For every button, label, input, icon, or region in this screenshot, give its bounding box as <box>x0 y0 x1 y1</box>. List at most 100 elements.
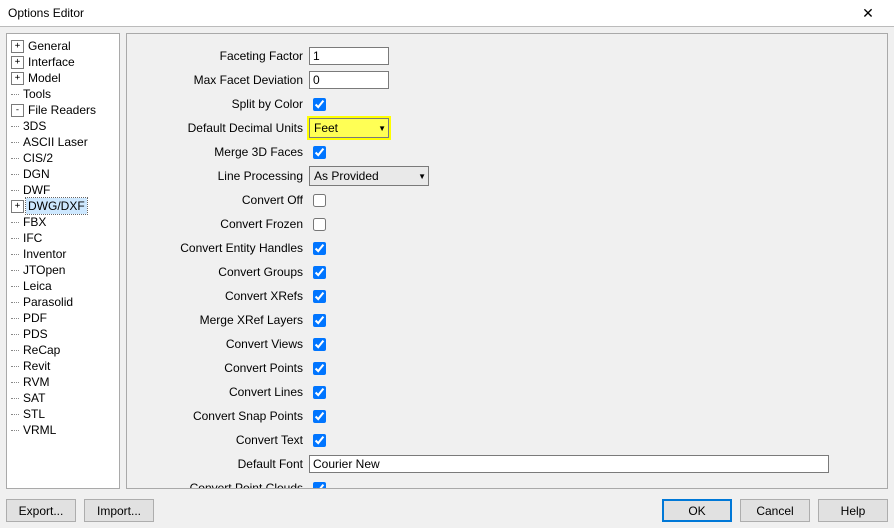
tree-item-ifc[interactable]: IFC <box>11 230 119 246</box>
chevron-down-icon: ▼ <box>414 172 426 181</box>
tree-item-pds[interactable]: PDS <box>11 326 119 342</box>
tree-label[interactable]: Inventor <box>21 246 68 262</box>
ok-button[interactable]: OK <box>662 499 732 522</box>
window-title: Options Editor <box>8 6 84 20</box>
collapse-icon[interactable]: - <box>11 104 24 117</box>
label-convert-frozen: Convert Frozen <box>131 217 309 231</box>
tree-item-vrml[interactable]: VRML <box>11 422 119 438</box>
tree-item-revit[interactable]: Revit <box>11 358 119 374</box>
label-merge-xref-layers: Merge XRef Layers <box>131 313 309 327</box>
settings-scroll[interactable]: Faceting Factor Max Facet Deviation Spli… <box>127 34 887 488</box>
import-button[interactable]: Import... <box>84 499 154 522</box>
tree-label[interactable]: PDS <box>21 326 50 342</box>
checkbox-convert-views[interactable] <box>313 338 326 351</box>
expand-icon[interactable]: + <box>11 56 24 69</box>
tree-label[interactable]: CIS/2 <box>21 150 55 166</box>
label-convert-xrefs: Convert XRefs <box>131 289 309 303</box>
tree-item-dwf[interactable]: DWF <box>11 182 119 198</box>
tree-item-tools[interactable]: Tools <box>11 86 119 102</box>
tree-label[interactable]: Revit <box>21 358 52 374</box>
tree-label[interactable]: Tools <box>21 86 53 102</box>
tree-label[interactable]: File Readers <box>26 102 98 118</box>
tree-label[interactable]: VRML <box>21 422 58 438</box>
tree-item-ascii-laser[interactable]: ASCII Laser <box>11 134 119 150</box>
tree-item-stl[interactable]: STL <box>11 406 119 422</box>
tree-item-3ds[interactable]: 3DS <box>11 118 119 134</box>
tree-item-recap[interactable]: ReCap <box>11 342 119 358</box>
checkbox-convert-snap-points[interactable] <box>313 410 326 423</box>
tree-item-dwg-dxf[interactable]: +DWG/DXF <box>11 198 119 214</box>
close-button[interactable]: ✕ <box>848 3 888 23</box>
combo-line-processing[interactable]: As Provided ▼ <box>309 166 429 186</box>
tree-label[interactable]: 3DS <box>21 118 48 134</box>
expand-icon[interactable]: + <box>11 40 24 53</box>
tree-label[interactable]: Parasolid <box>21 294 75 310</box>
label-convert-entity-handles: Convert Entity Handles <box>131 241 309 255</box>
tree-label[interactable]: STL <box>21 406 47 422</box>
checkbox-convert-text[interactable] <box>313 434 326 447</box>
label-convert-snap-points: Convert Snap Points <box>131 409 309 423</box>
label-merge-3d-faces: Merge 3D Faces <box>131 145 309 159</box>
tree-item-interface[interactable]: +Interface <box>11 54 119 70</box>
tree-item-fbx[interactable]: FBX <box>11 214 119 230</box>
checkbox-convert-points[interactable] <box>313 362 326 375</box>
tree-label[interactable]: Interface <box>26 54 77 70</box>
tree-item-pdf[interactable]: PDF <box>11 310 119 326</box>
expand-icon[interactable]: + <box>11 72 24 85</box>
cancel-button[interactable]: Cancel <box>740 499 810 522</box>
tree-label[interactable]: Model <box>26 70 63 86</box>
tree-label[interactable]: JTOpen <box>21 262 67 278</box>
tree-label[interactable]: ASCII Laser <box>21 134 90 150</box>
tree-label[interactable]: SAT <box>21 390 47 406</box>
tree-label[interactable]: ReCap <box>21 342 62 358</box>
checkbox-convert-frozen[interactable] <box>313 218 326 231</box>
tree-label[interactable]: DWF <box>21 182 52 198</box>
tree-item-cis-2[interactable]: CIS/2 <box>11 150 119 166</box>
label-line-processing: Line Processing <box>131 169 309 183</box>
tree-item-sat[interactable]: SAT <box>11 390 119 406</box>
tree-item-parasolid[interactable]: Parasolid <box>11 294 119 310</box>
checkbox-convert-xrefs[interactable] <box>313 290 326 303</box>
tree-item-general[interactable]: +General <box>11 38 119 54</box>
label-convert-views: Convert Views <box>131 337 309 351</box>
checkbox-convert-off[interactable] <box>313 194 326 207</box>
input-default-font[interactable] <box>309 455 829 473</box>
checkbox-merge-xref-layers[interactable] <box>313 314 326 327</box>
tree-item-file-readers[interactable]: -File Readers <box>11 102 119 118</box>
label-convert-text: Convert Text <box>131 433 309 447</box>
tree-label[interactable]: FBX <box>21 214 48 230</box>
checkbox-convert-entity-handles[interactable] <box>313 242 326 255</box>
label-max-facet-deviation: Max Facet Deviation <box>131 73 309 87</box>
tree-item-dgn[interactable]: DGN <box>11 166 119 182</box>
tree-item-leica[interactable]: Leica <box>11 278 119 294</box>
tree-item-jtopen[interactable]: JTOpen <box>11 262 119 278</box>
titlebar: Options Editor ✕ <box>0 0 894 27</box>
tree-label[interactable]: Leica <box>21 278 54 294</box>
export-button[interactable]: Export... <box>6 499 76 522</box>
label-convert-point-clouds: Convert Point Clouds <box>131 481 309 488</box>
tree-label[interactable]: PDF <box>21 310 49 326</box>
checkbox-split-by-color[interactable] <box>313 98 326 111</box>
tree-label[interactable]: DWG/DXF <box>26 198 87 214</box>
label-convert-points: Convert Points <box>131 361 309 375</box>
checkbox-convert-point-clouds[interactable] <box>313 482 326 489</box>
help-button[interactable]: Help <box>818 499 888 522</box>
checkbox-convert-lines[interactable] <box>313 386 326 399</box>
tree-label[interactable]: RVM <box>21 374 51 390</box>
tree-item-model[interactable]: +Model <box>11 70 119 86</box>
tree-label[interactable]: DGN <box>21 166 52 182</box>
combo-default-decimal-units[interactable]: Feet ▼ <box>309 118 389 138</box>
expand-icon[interactable]: + <box>11 200 24 213</box>
checkbox-merge-3d-faces[interactable] <box>313 146 326 159</box>
label-convert-off: Convert Off <box>131 193 309 207</box>
input-max-facet-deviation[interactable] <box>309 71 389 89</box>
checkbox-convert-groups[interactable] <box>313 266 326 279</box>
input-faceting-factor[interactable] <box>309 47 389 65</box>
options-editor-window: Options Editor ✕ +General+Interface+Mode… <box>0 0 894 528</box>
tree-label[interactable]: General <box>26 38 73 54</box>
tree-item-inventor[interactable]: Inventor <box>11 246 119 262</box>
label-convert-groups: Convert Groups <box>131 265 309 279</box>
options-tree[interactable]: +General+Interface+ModelTools-File Reade… <box>6 33 120 489</box>
tree-label[interactable]: IFC <box>21 230 44 246</box>
tree-item-rvm[interactable]: RVM <box>11 374 119 390</box>
